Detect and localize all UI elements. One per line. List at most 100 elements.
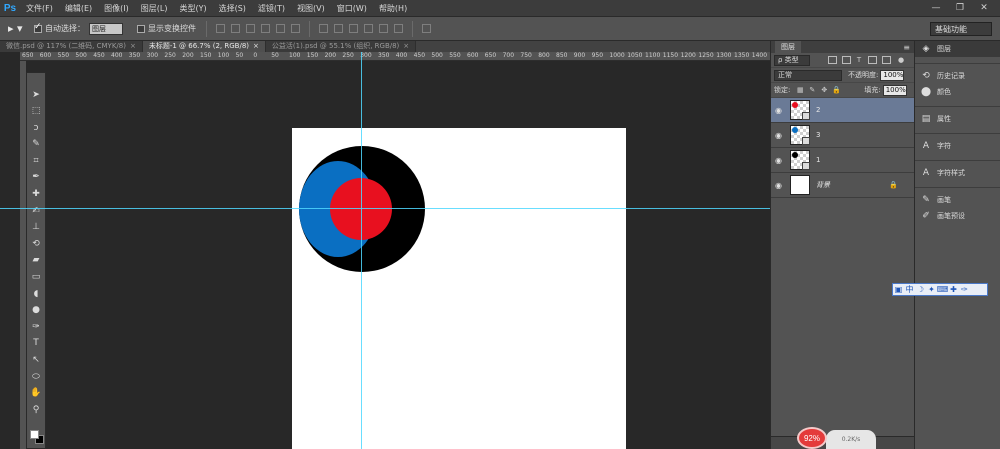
layer-filter-select[interactable]: ρ 类型 xyxy=(774,54,810,66)
pixel-filter-icon[interactable] xyxy=(828,56,837,64)
eye-icon[interactable]: ◉ xyxy=(771,131,786,140)
menu-window[interactable]: 窗口(W) xyxy=(331,3,373,14)
menu-type[interactable]: 类型(Y) xyxy=(173,3,212,14)
type-filter-icon[interactable]: T xyxy=(855,56,863,64)
panel-menu-icon[interactable]: ≡ xyxy=(903,43,910,52)
opacity-field[interactable]: 100% xyxy=(880,69,905,81)
vertical-guide[interactable] xyxy=(361,52,362,449)
ime-emoji-icon[interactable]: ✦ xyxy=(926,284,937,295)
menu-view[interactable]: 视图(V) xyxy=(291,3,331,14)
layer-row-2[interactable]: ◉ 2 xyxy=(771,98,914,123)
menu-select[interactable]: 选择(S) xyxy=(213,3,252,14)
close-button[interactable]: ✕ xyxy=(972,0,996,16)
distribute-left-icon[interactable] xyxy=(364,24,373,33)
layer-row-background[interactable]: ◉ 背景 🔒 xyxy=(771,173,914,198)
hand-tool-icon[interactable]: ✋ xyxy=(29,386,43,401)
ime-chinese-mode-icon[interactable]: 中 xyxy=(904,284,915,295)
align-right-icon[interactable] xyxy=(291,24,300,33)
align-bottom-icon[interactable] xyxy=(246,24,255,33)
ime-punctuation-icon[interactable]: ☽ xyxy=(915,284,926,295)
tab-close-icon[interactable]: × xyxy=(403,42,409,50)
dock-item-character-styles[interactable]: A 字符样式 xyxy=(915,165,1000,181)
auto-select-target-select[interactable]: 图层 xyxy=(89,22,123,35)
layer-row-1[interactable]: ◉ 1 xyxy=(771,148,914,173)
auto-align-icon[interactable] xyxy=(422,24,431,33)
move-tool-preset-icon[interactable]: ▸ ▾ xyxy=(8,22,34,35)
maximize-button[interactable]: ❐ xyxy=(948,0,972,16)
tab-layers[interactable]: 图层 xyxy=(775,41,801,53)
distribute-top-icon[interactable] xyxy=(319,24,328,33)
dodge-tool-icon[interactable]: ● xyxy=(29,303,43,318)
pen-tool-icon[interactable]: ✑ xyxy=(29,319,43,334)
tab-close-icon[interactable]: × xyxy=(253,42,259,50)
dock-item-properties[interactable]: ▤ 属性 xyxy=(915,111,1000,127)
zoom-tool-icon[interactable]: ⚲ xyxy=(29,402,43,417)
filter-toggle-icon[interactable]: ● xyxy=(897,56,905,64)
crop-tool-icon[interactable]: ⌗ xyxy=(29,153,43,168)
document-tab[interactable]: 微信.psd @ 117% (二维码, CMYK/8) × xyxy=(0,41,143,52)
eye-icon[interactable]: ◉ xyxy=(771,106,786,115)
foreground-color-swatch[interactable] xyxy=(30,430,39,439)
align-vcenter-icon[interactable] xyxy=(231,24,240,33)
menu-filter[interactable]: 滤镜(T) xyxy=(252,3,291,14)
distribute-right-icon[interactable] xyxy=(394,24,403,33)
menu-layer[interactable]: 图层(L) xyxy=(135,3,174,14)
menu-image[interactable]: 图像(I) xyxy=(98,3,135,14)
marquee-tool-icon[interactable]: ⬚ xyxy=(29,104,43,119)
menu-help[interactable]: 帮助(H) xyxy=(373,3,413,14)
ime-logo-icon[interactable]: ▣ xyxy=(893,284,904,295)
align-hcenter-icon[interactable] xyxy=(276,24,285,33)
auto-select-checkbox[interactable] xyxy=(34,22,42,33)
dock-item-layers[interactable]: ◈ 图层 xyxy=(915,41,1000,57)
align-left-icon[interactable] xyxy=(261,24,270,33)
circle-artwork[interactable] xyxy=(298,145,426,273)
healing-brush-tool-icon[interactable]: ✚ xyxy=(29,187,43,202)
gradient-tool-icon[interactable]: ▭ xyxy=(29,270,43,285)
fill-field[interactable]: 100% xyxy=(882,84,907,96)
tab-close-icon[interactable]: × xyxy=(130,42,136,50)
eye-icon[interactable]: ◉ xyxy=(771,181,786,190)
quick-select-tool-icon[interactable]: ✎ xyxy=(29,137,43,152)
shape-tool-icon[interactable]: ⬭ xyxy=(29,369,43,384)
move-tool-icon[interactable]: ➤ xyxy=(29,87,43,102)
menu-edit[interactable]: 编辑(E) xyxy=(59,3,98,14)
ime-tools-icon[interactable]: ✚ xyxy=(948,284,959,295)
distribute-hcenter-icon[interactable] xyxy=(379,24,388,33)
type-tool-icon[interactable]: T xyxy=(29,336,43,351)
blur-tool-icon[interactable]: ◖ xyxy=(29,286,43,301)
lock-all-icon[interactable]: 🔒 xyxy=(832,86,841,94)
lock-pixels-icon[interactable]: ✎ xyxy=(808,86,816,94)
horizontal-guide[interactable] xyxy=(0,208,770,209)
document-tab-active[interactable]: 未标题-1 @ 66.7% (2, RGB/8) × xyxy=(142,41,266,52)
dock-item-brush-presets[interactable]: ✐ 画笔预设 xyxy=(915,208,1000,224)
horizontal-ruler[interactable]: 650 600 550 500 450 400 350 300 250 200 150 100 50 0 5… xyxy=(20,52,770,61)
dock-item-color[interactable]: ⬤ 颜色 xyxy=(915,84,1000,100)
eye-icon[interactable]: ◉ xyxy=(771,156,786,165)
distribute-bottom-icon[interactable] xyxy=(349,24,358,33)
eraser-tool-icon[interactable]: ▰ xyxy=(29,253,43,268)
workspace-select[interactable]: 基础功能 xyxy=(930,22,992,36)
menu-file[interactable]: 文件(F) xyxy=(20,3,59,14)
speed-badge[interactable]: 92% xyxy=(797,427,827,449)
lock-transparent-icon[interactable]: ▦ xyxy=(796,86,804,94)
ime-keyboard-icon[interactable]: ⌨ xyxy=(937,284,949,295)
document-tab[interactable]: 公益活(1).psd @ 55.1% (组织, RGB/8) × xyxy=(265,41,417,52)
lasso-tool-icon[interactable]: ↄ xyxy=(29,120,43,135)
show-transform-checkbox[interactable] xyxy=(137,24,145,33)
layer-row-3[interactable]: ◉ 3 xyxy=(771,123,914,148)
dock-item-brush[interactable]: ✎ 画笔 xyxy=(915,192,1000,208)
brush-tool-icon[interactable]: ✍ xyxy=(29,203,43,218)
path-select-tool-icon[interactable]: ↖ xyxy=(29,353,43,368)
color-swatches[interactable] xyxy=(29,429,45,445)
shape-filter-icon[interactable] xyxy=(868,56,877,64)
ime-settings-icon[interactable]: ✑ xyxy=(959,284,970,295)
align-top-icon[interactable] xyxy=(216,24,225,33)
minimize-button[interactable]: — xyxy=(924,0,948,16)
clone-stamp-tool-icon[interactable]: ⊥ xyxy=(29,220,43,235)
dock-item-history[interactable]: ⟲ 历史记录 xyxy=(915,68,1000,84)
blend-mode-select[interactable]: 正常 xyxy=(774,69,842,81)
history-brush-tool-icon[interactable]: ⟲ xyxy=(29,236,43,251)
eyedropper-tool-icon[interactable]: ✒ xyxy=(29,170,43,185)
adjustment-filter-icon[interactable] xyxy=(842,56,851,64)
smart-object-filter-icon[interactable] xyxy=(882,56,891,64)
